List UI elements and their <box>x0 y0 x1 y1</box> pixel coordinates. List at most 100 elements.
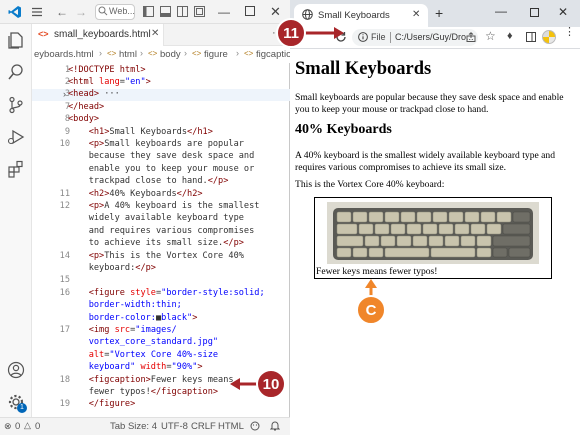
tab-close-icon[interactable]: ✕ <box>151 28 159 39</box>
html-tag-icon: <> <box>192 49 202 58</box>
callout-10: 10 <box>230 369 286 402</box>
bookmark-star-icon[interactable]: ☆ <box>485 29 496 43</box>
code-token: alt <box>88 349 105 360</box>
code-token: <p> <box>88 138 105 149</box>
code-line: vortex_core_standard.jpg" <box>68 337 218 347</box>
back-arrow-icon[interactable]: ← <box>56 5 68 19</box>
breadcrumb: eyboards.html › <> html › <> body › <> f… <box>32 46 290 63</box>
callout-badge-10: 10 <box>256 369 286 399</box>
breadcrumb-item[interactable]: figure <box>204 49 228 60</box>
settings-gear-icon[interactable]: 1 <box>6 392 27 413</box>
code-token: </figure> <box>88 399 136 410</box>
code-token: Small Keyboards <box>109 126 188 137</box>
code-token: "border-style:solid; <box>161 287 265 298</box>
breadcrumb-item[interactable]: eyboards.html <box>34 49 94 60</box>
error-count[interactable]: 0 <box>15 421 20 432</box>
notifications-bell-icon[interactable] <box>269 420 281 434</box>
layout-panel-icon[interactable] <box>160 6 171 20</box>
extensions-puzzle-icon[interactable]: ♦ <box>507 30 513 42</box>
page-paragraph-3: This is the Vortex Core 40% keyboard: <box>295 179 445 190</box>
chevron-right-icon: › <box>184 48 187 58</box>
code-token: black" <box>161 312 193 323</box>
code-line: trackpad close to hand.</p> <box>68 176 229 187</box>
browser-minimize-icon[interactable]: — <box>495 4 507 18</box>
code-token: > <box>197 362 203 373</box>
code-token: and requires various compromises <box>68 225 255 236</box>
line-number: 15 <box>59 275 70 286</box>
status-bar: ⊗ 0 △ 0 Tab Size: 4 UTF-8 CRLF HTML <box>0 417 290 435</box>
code-line: border-width:thin; <box>68 300 182 310</box>
editor-tab-label: small_keyboards.html <box>54 29 151 40</box>
eol-status[interactable]: CRLF <box>191 421 216 432</box>
code-line: and requires various compromises <box>68 225 255 236</box>
code-token: 40% Keyboards <box>109 188 177 199</box>
layout-custom-icon[interactable] <box>194 6 205 20</box>
layout-split-icon[interactable] <box>177 6 188 20</box>
command-search-box[interactable]: Web... <box>95 4 135 20</box>
minimize-icon[interactable]: — <box>218 5 230 19</box>
profile-avatar[interactable] <box>542 30 556 44</box>
extensions-icon[interactable] <box>6 159 26 179</box>
layout-sidebar-icon[interactable] <box>143 6 154 20</box>
code-line: <figcaption>Fewer keys means <box>68 375 234 385</box>
code-token: "en" <box>124 76 146 87</box>
breadcrumb-item[interactable]: html <box>119 49 137 60</box>
share-icon[interactable] <box>466 32 476 45</box>
error-icon[interactable]: ⊗ <box>4 421 12 432</box>
info-icon[interactable] <box>358 32 368 45</box>
search-view-icon[interactable] <box>6 62 26 82</box>
tab-size-status[interactable]: Tab Size: 4 <box>110 421 157 432</box>
run-debug-icon[interactable] <box>6 127 26 147</box>
html-file-icon: <> <box>38 29 49 39</box>
warning-count[interactable]: 0 <box>35 421 40 432</box>
code-token: widely available keyboard type <box>68 213 244 224</box>
feedback-icon[interactable] <box>250 421 260 434</box>
explorer-icon[interactable] <box>6 30 26 50</box>
code-token: > <box>145 76 151 87</box>
code-token: <body> <box>68 114 100 125</box>
code-line: alt="Vortex Core 40%-size <box>68 350 218 360</box>
code-token: </h1> <box>187 126 213 137</box>
code-token: > <box>192 312 198 323</box>
code-line: <img src="images/ <box>68 325 177 335</box>
search-icon <box>98 6 108 19</box>
browser-close-icon[interactable]: ✕ <box>558 5 568 19</box>
code-line: <p>Small keyboards are popular <box>68 139 244 149</box>
code-token: </p> <box>207 176 229 187</box>
code-token: src <box>114 324 131 335</box>
line-number: 14 <box>59 250 70 261</box>
browser-menu-icon[interactable]: ⋮ <box>564 27 575 38</box>
source-control-icon[interactable] <box>6 95 26 115</box>
forward-arrow-icon[interactable]: → <box>75 5 87 19</box>
language-status[interactable]: HTML <box>218 421 244 432</box>
chevron-right-icon: › <box>99 48 102 58</box>
new-tab-icon[interactable]: + <box>435 5 443 21</box>
address-bar[interactable]: File C:/Users/Guy/Dro... <box>352 29 478 46</box>
code-token: </figcaption> <box>150 386 219 397</box>
code-editor[interactable]: › 1 <!DOCTYPE html> 2 <html lang="en"> 3 <hea… <box>32 63 290 417</box>
line-number: 7 <box>64 101 70 112</box>
page-paragraph-1: Small keyboards are popular because they… <box>295 92 564 115</box>
editor-tab[interactable]: <> small_keyboards.html ✕ <box>32 24 164 46</box>
sidepanel-icon[interactable] <box>526 32 536 45</box>
editor-tabbar: <> small_keyboards.html ✕ ··· <box>32 24 290 46</box>
browser-tab-close-icon[interactable]: ✕ <box>412 9 420 20</box>
menu-icon[interactable] <box>31 6 43 21</box>
code-token: <p> <box>88 200 105 211</box>
vscode-titlebar: ← → Web... — ✕ <box>0 0 290 24</box>
line-number: 11 <box>59 188 70 199</box>
browser-maximize-icon[interactable] <box>530 8 539 20</box>
account-icon[interactable] <box>6 360 26 380</box>
callout-badge-c: C <box>356 295 386 325</box>
encoding-status[interactable]: UTF-8 <box>161 421 188 432</box>
maximize-icon[interactable] <box>245 6 255 19</box>
breadcrumb-item[interactable]: body <box>160 49 181 60</box>
warning-icon[interactable]: △ <box>24 420 31 431</box>
code-line: fewer typos!</figcaption> <box>68 387 218 397</box>
browser-window: Small Keyboards ✕ + — ✕ File C:/Users/Gu… <box>290 0 580 435</box>
